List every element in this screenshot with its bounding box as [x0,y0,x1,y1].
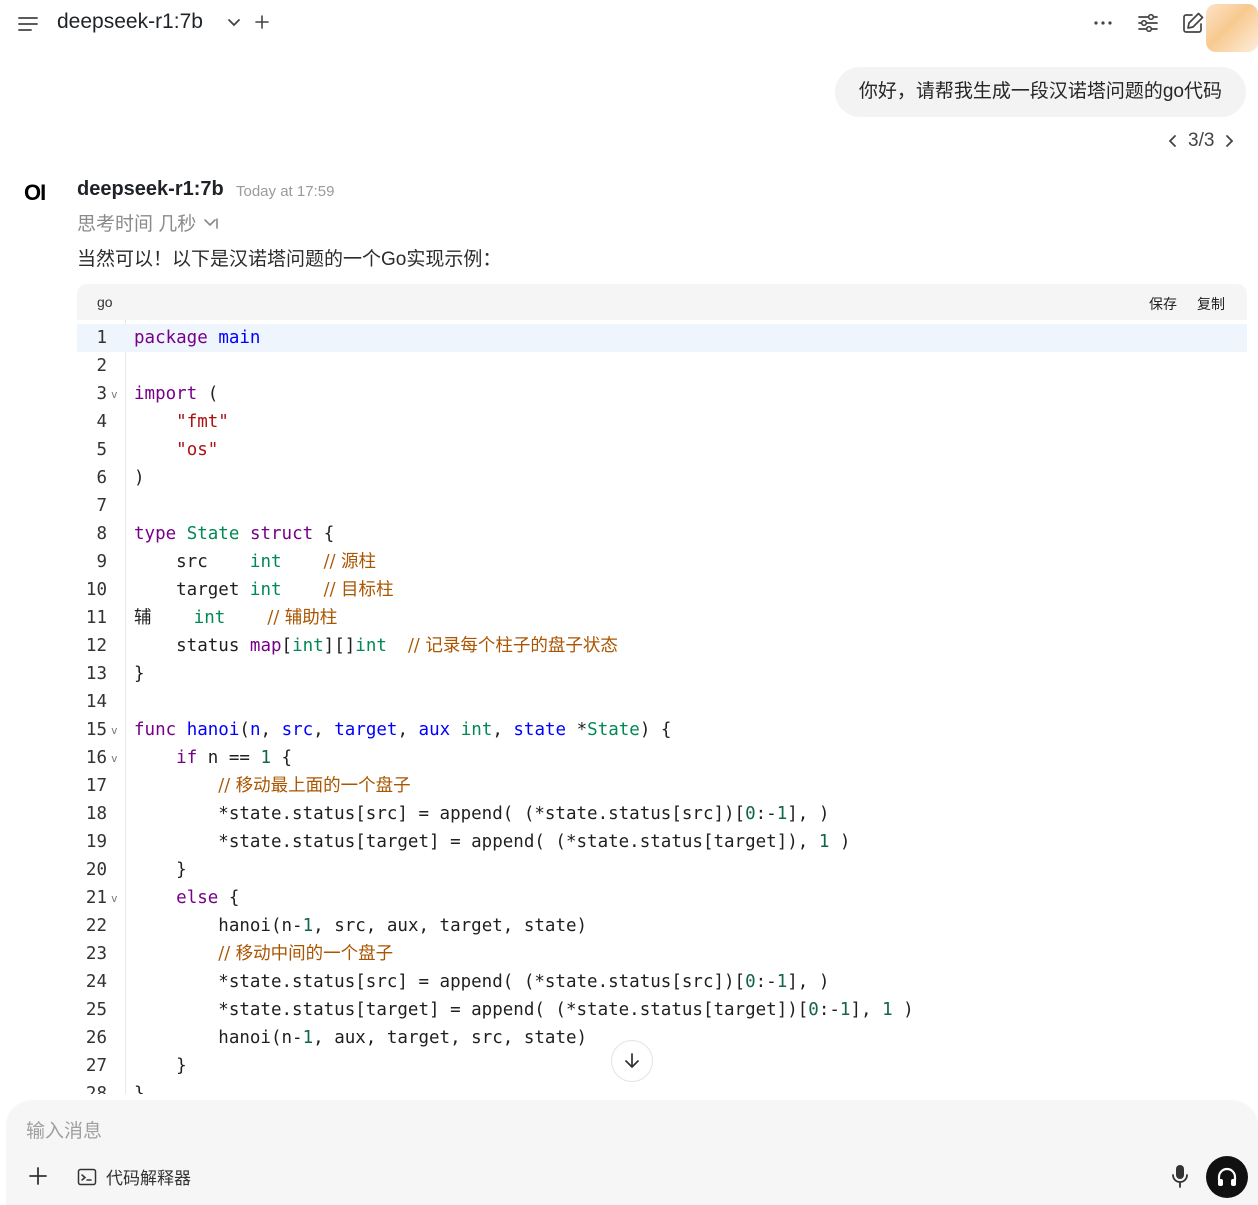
code-line: 15 v func hanoi(n, src, target, aux int, s… [77,716,1247,744]
menu-icon[interactable] [16,12,40,36]
code-line: 7 [96,496,107,516]
response-pager: 3/3 [1164,129,1238,153]
code-line: 17 // 移动最上面的一个盘子 [85,776,411,796]
user-message-bubble: 你好，请帮我生成一段汉诺塔问题的go代码 [834,67,1246,117]
scroll-to-bottom-button[interactable] [611,1040,653,1082]
code-block: go 保存 复制 1 package main 2 3 v import ( 4 "f… [77,284,1247,1094]
code-line: 20 } [85,860,187,880]
code-line: 26 hanoi(n-1, aux, target, src, state) [85,1028,588,1048]
chevron-down-icon[interactable] [226,14,242,30]
pager-count: 3/3 [1188,130,1215,151]
code-language: go [97,294,113,310]
code-line: 4 "fmt" [96,412,229,432]
code-line: 22 hanoi(n-1, src, aux, target, state) [85,916,588,936]
arrow-down-icon [625,1053,639,1068]
code-block-toolbar: go 保存 复制 [77,284,1247,320]
thinking-toggle[interactable]: 思考时间 几秒 [77,209,220,236]
fold-chevron-icon[interactable]: v [111,717,118,745]
plus-icon[interactable] [253,13,271,31]
code-line: 21 v else { [77,884,1247,912]
code-line: 5 "os" [96,440,219,460]
code-line: 9 src int // 源柱 [96,552,377,572]
code-line: 1 package main [77,324,1247,352]
chevron-right-icon[interactable] [1220,132,1238,150]
fold-chevron-icon[interactable]: v [111,885,118,913]
chevron-left-icon[interactable] [1164,132,1182,150]
model-selector-label[interactable]: deepseek-r1:7b [57,10,203,34]
message-composer: 代码解释器 [6,1100,1258,1205]
code-line: 2 [96,356,107,376]
edit-icon[interactable] [1180,10,1206,36]
chevron-down-icon [204,217,219,229]
voice-mode-button[interactable] [1206,1156,1248,1198]
code-line: 23 // 移动中间的一个盘子 [85,944,394,964]
headphones-icon [1217,1167,1237,1186]
assistant-name: deepseek-r1:7b [77,178,224,200]
terminal-icon [77,1168,97,1185]
code-line: 18 *state.status[src] = append( (*state.… [85,804,830,824]
fold-chevron-icon[interactable]: v [111,745,118,773]
code-line: 24 *state.status[src] = append( (*state.… [85,972,830,992]
assistant-logo: OI [24,180,46,205]
code-line: 19 *state.status[target] = append( (*sta… [85,832,851,852]
code-interpreter-toggle[interactable]: 代码解释器 [76,1164,191,1189]
code-line: 3 v import ( [77,380,1247,408]
message-timestamp: Today at 17:59 [236,183,335,200]
code-line: 25 *state.status[target] = append( (*sta… [85,1000,914,1020]
save-code-button[interactable]: 保存 [1149,294,1177,314]
code-line: 6) [96,468,145,488]
code-line: 8 type State struct { [96,524,335,544]
message-input[interactable] [26,1116,1126,1148]
more-icon[interactable] [1090,10,1116,36]
code-line: 16 v if n == 1 { [77,744,1247,772]
code-line: 11 辅 int // 辅助柱 [85,608,338,628]
fold-chevron-icon[interactable]: v [111,381,118,409]
code-editor[interactable]: 1 package main 2 3 v import ( 4 "fmt" 5 "os… [77,320,1247,1094]
plus-icon[interactable] [26,1164,50,1188]
thinking-label: 思考时间 几秒 [77,214,197,235]
assistant-intro-text: 当然可以！以下是汉诺塔问题的一个Go实现示例： [77,249,502,270]
code-line: 12 status map[int][]int // 记录每个柱子的盘子状态 [85,636,618,656]
code-line: 13} [85,664,145,684]
code-line: 10 target int // 目标柱 [85,580,394,600]
user-avatar[interactable] [1206,4,1258,52]
top-bar: deepseek-r1:7b [0,0,1258,52]
sliders-icon[interactable] [1135,10,1161,36]
code-line: 14 [85,692,107,712]
copy-code-button[interactable]: 复制 [1197,294,1225,314]
code-line: 27 } [85,1056,187,1076]
code-line: 28} [85,1084,145,1094]
code-interpreter-label: 代码解释器 [106,1169,191,1188]
microphone-icon[interactable] [1168,1162,1192,1190]
